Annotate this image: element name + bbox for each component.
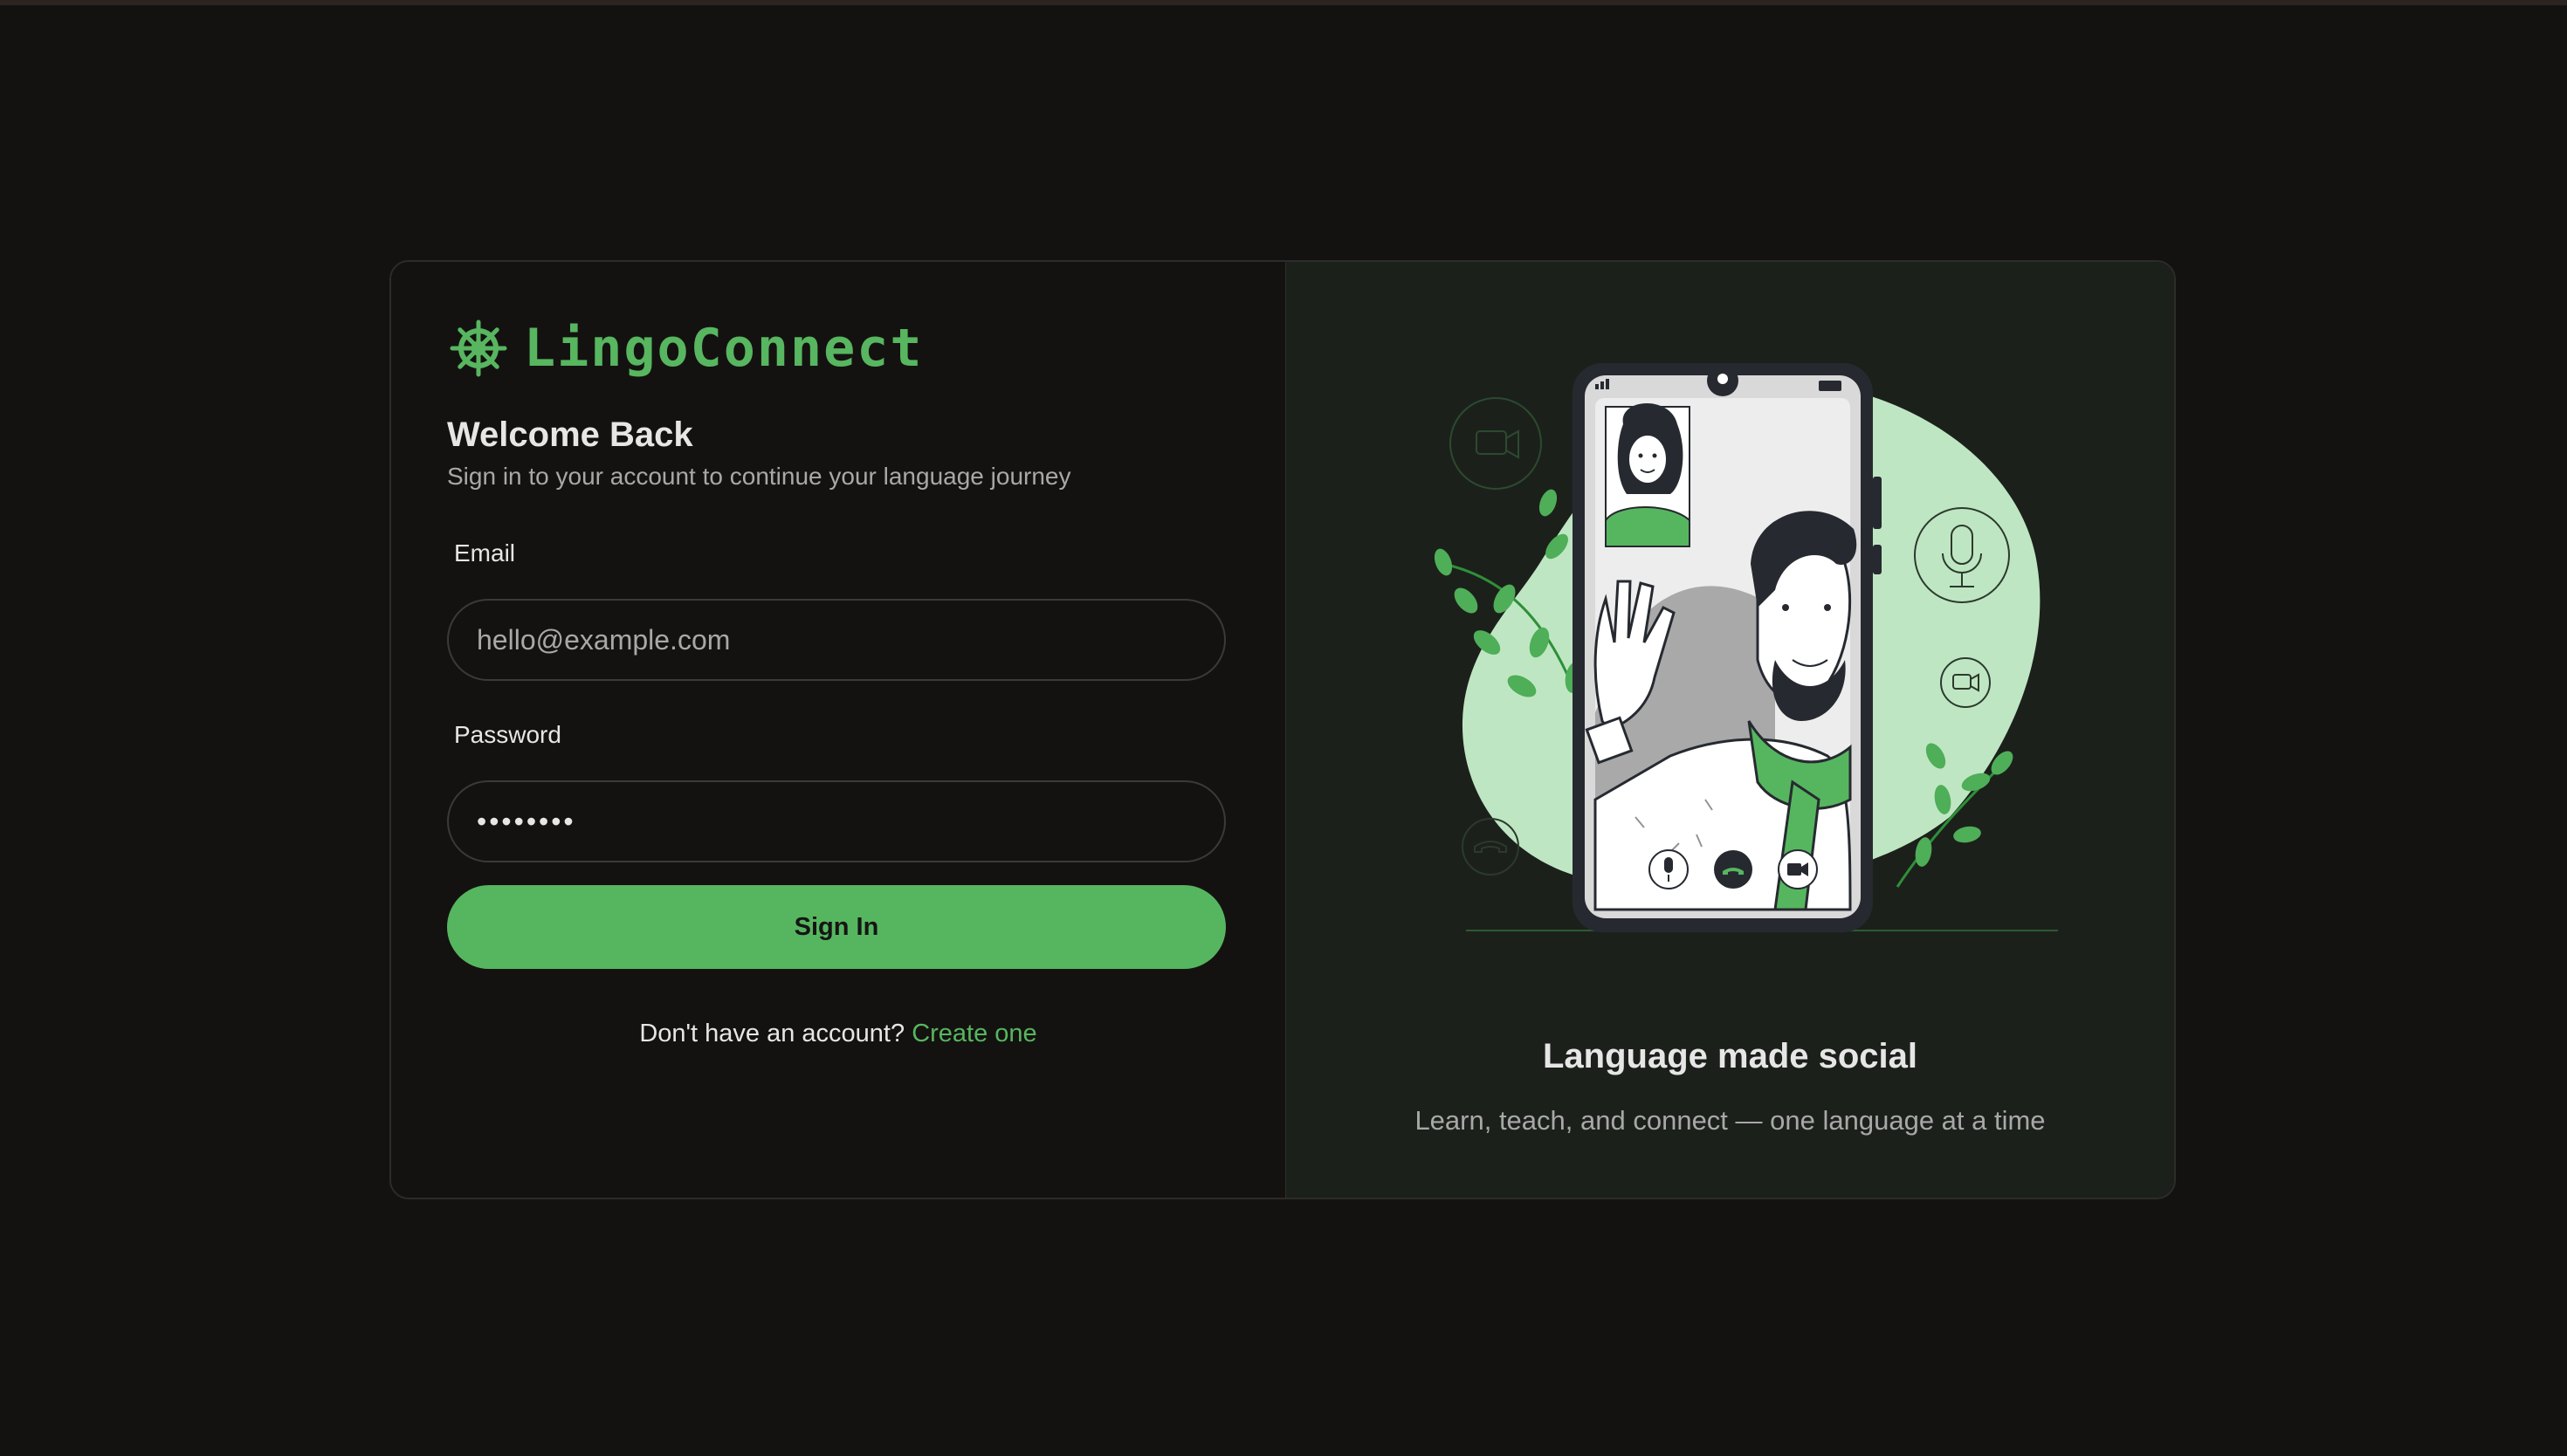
login-card: LingoConnect Welcome Back Sign in to you… [389, 260, 2176, 1199]
password-label: Password [454, 721, 561, 748]
promo-panel: Language made social Learn, teach, and c… [1285, 262, 2174, 1198]
video-call-illustration [1434, 363, 2058, 932]
promo-subtitle: Learn, teach, and connect — one language… [1414, 1105, 2046, 1136]
page-subtitle: Sign in to your account to continue your… [447, 463, 1071, 490]
signup-row: Don't have an account? Create one [391, 1020, 1285, 1048]
login-panel: LingoConnect Welcome Back Sign in to you… [391, 262, 1285, 1198]
email-label: Email [454, 539, 516, 567]
email-field[interactable] [447, 599, 1226, 681]
page-title: Welcome Back [447, 416, 693, 454]
signup-prompt: Don't have an account? [639, 1020, 905, 1047]
password-field[interactable] [447, 780, 1226, 862]
brand-name: LingoConnect [524, 318, 924, 379]
sign-in-button[interactable]: Sign In [447, 885, 1226, 969]
ship-wheel-icon [450, 319, 507, 377]
promo-title: Language made social [1542, 1037, 1918, 1075]
window-top-edge [0, 0, 2567, 5]
brand: LingoConnect [449, 318, 923, 379]
create-account-link[interactable]: Create one [912, 1020, 1037, 1047]
